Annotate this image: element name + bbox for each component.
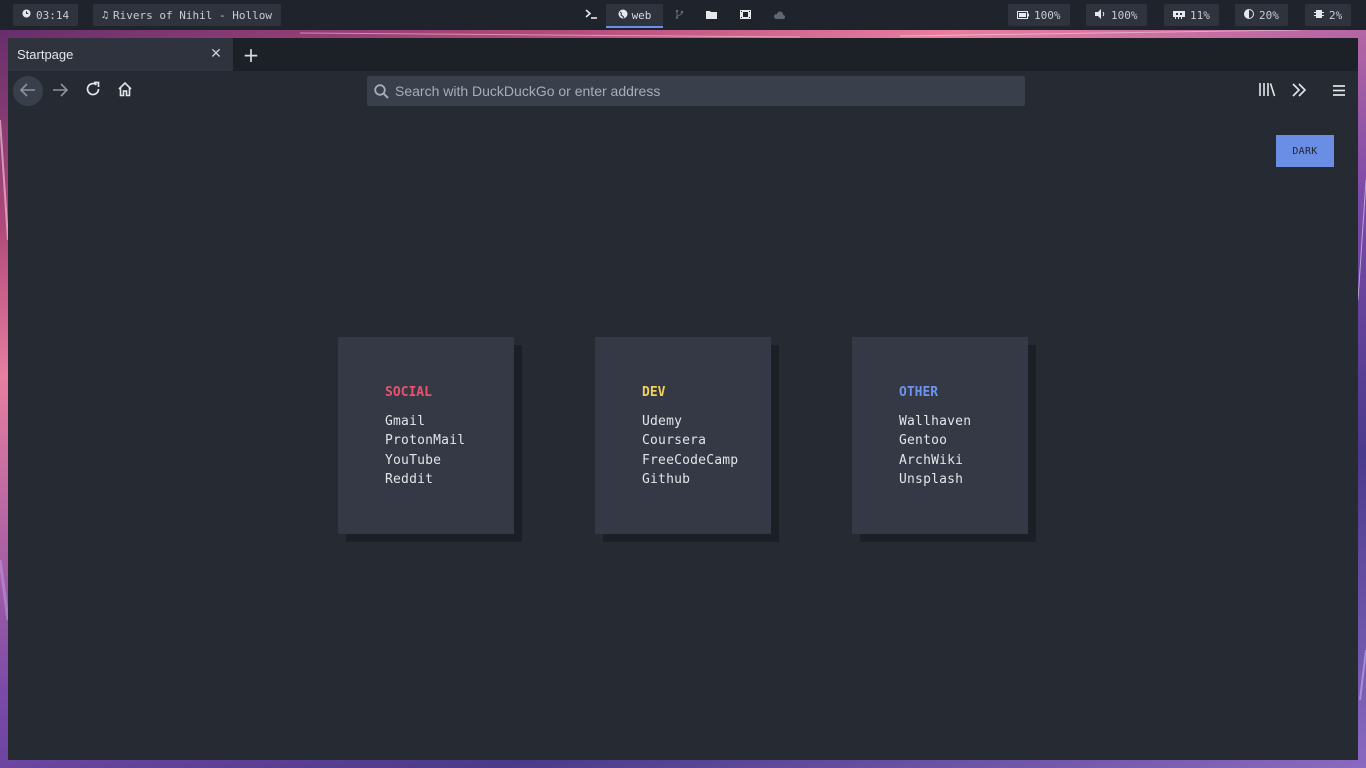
film-icon — [739, 9, 751, 22]
volume-text: 100% — [1111, 8, 1138, 22]
tab-strip: Startpage ✕ + — [8, 38, 1358, 71]
cpu-icon — [1314, 9, 1324, 22]
search-icon — [374, 83, 389, 99]
system-top-bar: 03:14 ♫ Rivers of Nihil - Hollow web 100… — [0, 0, 1366, 30]
music-track-text: Rivers of Nihil - Hollow — [113, 8, 272, 22]
memory-widget[interactable]: 11% — [1164, 4, 1219, 26]
home-icon — [117, 81, 133, 101]
volume-icon — [1095, 8, 1106, 22]
workspace-cloud[interactable] — [762, 4, 795, 26]
address-input[interactable] — [395, 77, 995, 105]
browser-window: Startpage ✕ + Search with DuckDuckGo or … — [8, 38, 1358, 760]
link-protonmail[interactable]: ProtonMail — [385, 431, 514, 450]
battery-icon — [1017, 9, 1029, 22]
double-chevron-right-icon — [1291, 82, 1307, 101]
workspace-git[interactable] — [663, 4, 695, 26]
theme-toggle-button[interactable]: DARK — [1276, 135, 1334, 167]
git-branch-icon — [675, 9, 684, 22]
card-title-other: OTHER — [899, 385, 939, 400]
link-udemy[interactable]: Udemy — [642, 412, 771, 431]
reload-button[interactable] — [78, 76, 108, 106]
library-icon — [1258, 82, 1276, 101]
link-freecodecamp[interactable]: FreeCodeCamp — [642, 451, 771, 470]
back-button[interactable] — [13, 76, 43, 106]
brightness-text: 20% — [1259, 8, 1279, 22]
link-reddit[interactable]: Reddit — [385, 470, 514, 489]
card-title-social: SOCIAL — [385, 385, 432, 400]
library-button[interactable] — [1254, 78, 1280, 104]
link-archwiki[interactable]: ArchWiki — [899, 451, 1028, 470]
volume-widget[interactable]: 100% — [1086, 4, 1147, 26]
hamburger-icon — [1332, 82, 1346, 101]
music-note-icon: ♫ — [102, 9, 109, 21]
tab-startpage[interactable]: Startpage ✕ — [8, 38, 233, 71]
close-tab-icon[interactable]: ✕ — [209, 47, 223, 61]
terminal-icon — [584, 8, 598, 22]
card-title-dev: DEV — [642, 385, 666, 400]
cloud-icon — [773, 9, 785, 22]
card-dev: DEV Udemy Coursera FreeCodeCamp Github — [595, 337, 771, 534]
workspace-files[interactable] — [695, 4, 728, 26]
clock-icon — [22, 9, 31, 21]
home-button[interactable] — [110, 76, 140, 106]
new-tab-button[interactable]: + — [240, 44, 262, 66]
link-gentoo[interactable]: Gentoo — [899, 431, 1028, 450]
brightness-widget[interactable]: 20% — [1235, 4, 1288, 26]
clock-widget[interactable]: 03:14 — [13, 4, 79, 26]
main-menu-button[interactable] — [1326, 78, 1352, 104]
workspace-web-label: web — [631, 8, 652, 22]
navigation-toolbar — [8, 71, 1358, 112]
link-wallhaven[interactable]: Wallhaven — [899, 412, 1028, 431]
brightness-icon — [1244, 8, 1254, 22]
card-other: OTHER Wallhaven Gentoo ArchWiki Unsplash — [852, 337, 1028, 534]
memory-icon — [1173, 9, 1185, 22]
globe-icon — [618, 9, 628, 22]
card-social: SOCIAL Gmail ProtonMail YouTube Reddit — [338, 337, 514, 534]
workspace-terminal[interactable] — [576, 4, 606, 26]
link-github[interactable]: Github — [642, 470, 771, 489]
overflow-menu-button[interactable] — [1286, 78, 1312, 104]
battery-widget[interactable]: 100% — [1008, 4, 1070, 26]
reload-icon — [85, 81, 101, 101]
link-unsplash[interactable]: Unsplash — [899, 470, 1028, 489]
arrow-right-icon — [52, 82, 69, 101]
workspace-web[interactable]: web — [606, 4, 663, 28]
workspace-switcher: web — [576, 4, 795, 28]
address-bar[interactable] — [367, 76, 1025, 106]
battery-text: 100% — [1034, 8, 1061, 22]
folder-icon — [706, 9, 717, 22]
cpu-text: 2% — [1329, 8, 1343, 22]
cpu-widget[interactable]: 2% — [1305, 4, 1352, 26]
link-gmail[interactable]: Gmail — [385, 412, 514, 431]
clock-text: 03:14 — [36, 8, 70, 22]
forward-button[interactable] — [45, 76, 75, 106]
workspace-media[interactable] — [728, 4, 762, 26]
tab-title: Startpage — [17, 47, 74, 62]
music-widget[interactable]: ♫ Rivers of Nihil - Hollow — [93, 4, 281, 26]
link-youtube[interactable]: YouTube — [385, 451, 514, 470]
memory-text: 11% — [1190, 8, 1210, 22]
arrow-left-icon — [19, 82, 36, 101]
startpage-content: DARK SOCIAL Gmail ProtonMail YouTube Red… — [8, 112, 1358, 760]
link-coursera[interactable]: Coursera — [642, 431, 771, 450]
